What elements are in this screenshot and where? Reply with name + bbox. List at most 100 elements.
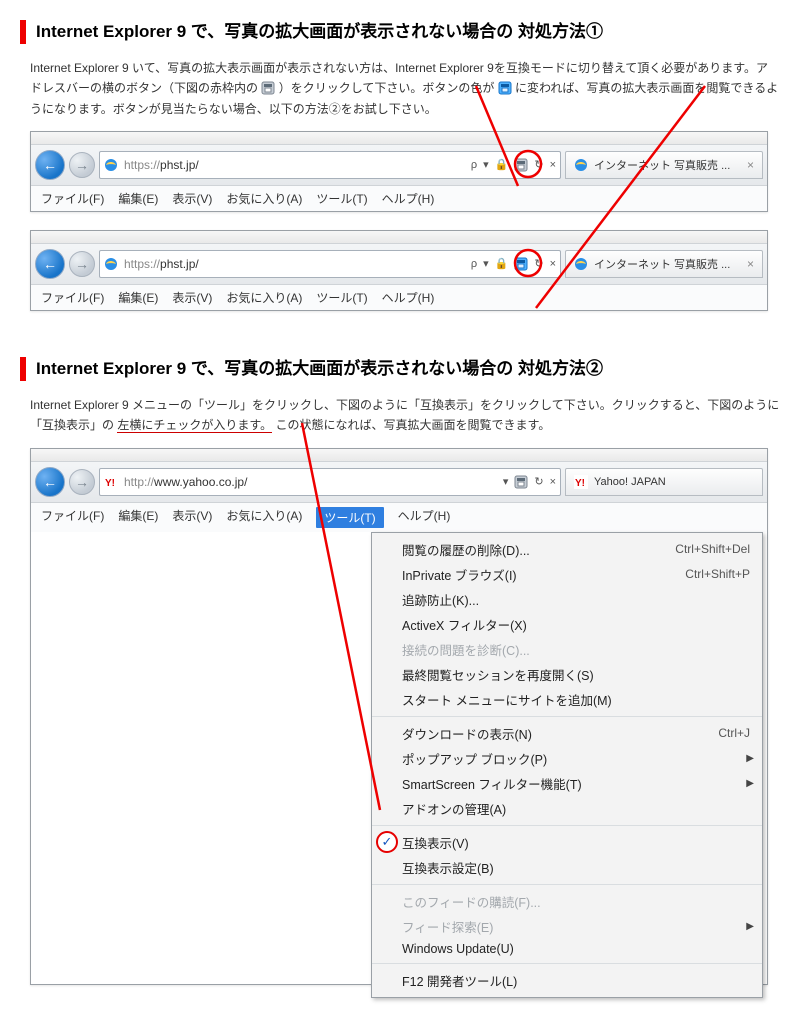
menu-tools[interactable]: ツール(T) (316, 190, 367, 207)
drop-delete-history[interactable]: 閲覧の履歴の削除(D)...Ctrl+Shift+Del (372, 537, 762, 562)
browser-tab[interactable]: Y! Yahoo! JAPAN (565, 468, 763, 496)
forward-button[interactable]: → (69, 469, 95, 495)
menu-view[interactable]: 表示(V) (172, 507, 212, 528)
dropdown-icon[interactable]: ▾ (483, 257, 489, 270)
menu-edit[interactable]: 編集(E) (118, 190, 158, 207)
dropdown-icon[interactable]: ▾ (483, 158, 489, 171)
drop-activex[interactable]: ActiveX フィルター(X) (372, 612, 762, 637)
address-field[interactable]: Y! http://www.yahoo.co.jp/ ▾ ↻ × (99, 468, 561, 496)
menu-tools[interactable]: ツール(T) (316, 289, 367, 306)
drop-add-start[interactable]: スタート メニューにサイトを追加(M) (372, 687, 762, 712)
ie-logo-icon (104, 257, 118, 271)
refresh-icon[interactable]: ↻ (534, 475, 543, 488)
section2-title: Internet Explorer 9 で、写真の拡大画面が表示されない場合の … (20, 357, 780, 381)
drop-downloads[interactable]: ダウンロードの表示(N)Ctrl+J (372, 721, 762, 746)
menu-help[interactable]: ヘルプ(H) (398, 507, 451, 528)
drop-inprivate[interactable]: InPrivate ブラウズ(I)Ctrl+Shift+P (372, 562, 762, 587)
section1-text: Internet Explorer 9 いて、写真の拡大表示画面が表示されない方… (30, 58, 780, 119)
section2-text-underlined: 左横にチェックが入ります。 (117, 418, 272, 433)
arrow-left-icon: ← (43, 257, 57, 271)
drop-addons[interactable]: アドオンの管理(A) (372, 796, 762, 821)
address-bar-row: ← → https://phst.jp/ ρ ▾ 🔒 ↻ × (31, 145, 767, 186)
menu-view[interactable]: 表示(V) (172, 190, 212, 207)
menu-fav[interactable]: お気に入り(A) (226, 289, 302, 306)
address-bar-row: ← → https://phst.jp/ ρ ▾ 🔒 ↻ × (31, 244, 767, 285)
tab-label: インターネット 写真販売 ... (594, 157, 730, 173)
menu-file[interactable]: ファイル(F) (41, 190, 104, 207)
tab-favicon-icon (574, 257, 588, 271)
back-button[interactable]: ← (35, 150, 65, 180)
drop-feed-discover: フィード探索(E)▶ (372, 914, 762, 939)
dropdown-icon[interactable]: ▾ (503, 475, 509, 488)
search-icon[interactable]: ρ (471, 159, 477, 171)
back-button[interactable]: ← (35, 249, 65, 279)
browser-tab[interactable]: インターネット 写真販売 ... × (565, 250, 763, 278)
address-field[interactable]: https://phst.jp/ ρ ▾ 🔒 ↻ × (99, 250, 561, 278)
drop-f12[interactable]: F12 開発者ツール(L) (372, 968, 762, 993)
window-titlebar (31, 449, 767, 462)
drop-compat-view[interactable]: ✓ 互換表示(V) (372, 830, 762, 855)
url-text: http://www.yahoo.co.jp/ (124, 475, 497, 489)
menu-edit[interactable]: 編集(E) (118, 507, 158, 528)
drop-compat-settings[interactable]: 互換表示設定(B) (372, 855, 762, 880)
stop-icon[interactable]: × (550, 159, 556, 171)
section1-title: Internet Explorer 9 で、写真の拡大画面が表示されない場合の … (20, 20, 780, 44)
forward-button[interactable]: → (69, 152, 95, 178)
menu-fav[interactable]: お気に入り(A) (226, 507, 302, 528)
section2-text: Internet Explorer 9 メニューの「ツール」をクリックし、下図の… (30, 395, 780, 436)
menu-file[interactable]: ファイル(F) (41, 289, 104, 306)
search-icon[interactable]: ρ (471, 258, 477, 270)
menu-edit[interactable]: 編集(E) (118, 289, 158, 306)
submenu-caret-icon: ▶ (746, 753, 754, 764)
tab-close-icon[interactable]: × (747, 158, 754, 172)
tools-dropdown: 閲覧の履歴の削除(D)...Ctrl+Shift+Del InPrivate ブ… (371, 532, 763, 998)
refresh-icon[interactable]: ↻ (534, 257, 543, 270)
compat-view-button[interactable] (514, 475, 528, 489)
menu-tools-highlighted[interactable]: ツール(T) (316, 507, 383, 528)
browser-tab[interactable]: インターネット 写真販売 ... × (565, 151, 763, 179)
url-proto: http:// (124, 475, 154, 489)
drop-reopen-last[interactable]: 最終閲覧セッションを再度開く(S) (372, 662, 762, 687)
compat-icon-off-inline (261, 81, 275, 95)
url-host: phst.jp/ (160, 158, 199, 172)
arrow-right-icon: → (75, 158, 89, 172)
menu-fav[interactable]: お気に入り(A) (226, 190, 302, 207)
compat-view-button-off[interactable] (514, 158, 528, 172)
url-text: https://phst.jp/ (124, 257, 465, 271)
menu-help[interactable]: ヘルプ(H) (382, 289, 435, 306)
drop-tracking[interactable]: 追跡防止(K)... (372, 587, 762, 612)
svg-text:Y!: Y! (575, 478, 585, 489)
back-button[interactable]: ← (35, 467, 65, 497)
tab-favicon-icon (574, 158, 588, 172)
stop-icon[interactable]: × (550, 258, 556, 270)
compat-view-button-on[interactable] (514, 257, 528, 271)
drop-popup[interactable]: ポップアップ ブロック(P)▶ (372, 746, 762, 771)
submenu-caret-icon: ▶ (746, 921, 754, 932)
section1-text-b: ）をクリックして下さい。ボタンの色が (279, 81, 498, 95)
menu-bar: ファイル(F) 編集(E) 表示(V) お気に入り(A) ツール(T) ヘルプ(… (31, 186, 767, 211)
refresh-icon[interactable]: ↻ (534, 158, 543, 171)
menu-view[interactable]: 表示(V) (172, 289, 212, 306)
menu-file[interactable]: ファイル(F) (41, 507, 104, 528)
arrow-left-icon: ← (43, 158, 57, 172)
tab-favicon-icon: Y! (574, 475, 588, 489)
lock-icon: 🔒 (495, 158, 509, 171)
ie-logo-icon (104, 158, 118, 172)
url-host: phst.jp/ (160, 257, 199, 271)
checkmark-icon: ✓ (376, 831, 398, 853)
forward-button[interactable]: → (69, 251, 95, 277)
address-bar-row: ← → Y! http://www.yahoo.co.jp/ ▾ ↻ × Y! (31, 462, 767, 503)
stop-icon[interactable]: × (550, 476, 556, 488)
drop-smartscreen[interactable]: SmartScreen フィルター機能(T)▶ (372, 771, 762, 796)
window-titlebar (31, 231, 767, 244)
drop-windows-update[interactable]: Windows Update(U) (372, 939, 762, 959)
address-field[interactable]: https://phst.jp/ ρ ▾ 🔒 ↻ × (99, 151, 561, 179)
tab-close-icon[interactable]: × (747, 257, 754, 271)
menu-help[interactable]: ヘルプ(H) (382, 190, 435, 207)
tab-label: インターネット 写真販売 ... (594, 256, 730, 272)
compat-icon-on-inline (498, 81, 512, 95)
drop-diagnose: 接続の問題を診断(C)... (372, 637, 762, 662)
tab-label: Yahoo! JAPAN (594, 476, 666, 488)
window-titlebar (31, 132, 767, 145)
arrow-left-icon: ← (43, 475, 57, 489)
